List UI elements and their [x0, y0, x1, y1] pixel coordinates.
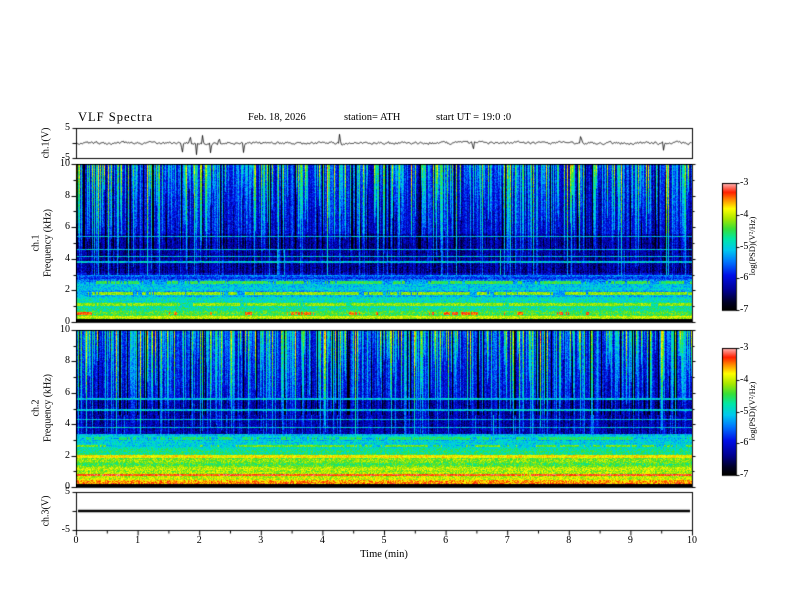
- ch1-spectrogram-yticks-4: 2: [65, 284, 70, 296]
- time-axis-label: Time (min): [360, 549, 408, 560]
- ch2-spectrogram-yticks-1: 8: [65, 355, 70, 367]
- time-axis-ticks: 0 1 2 3 4 5 6 7 8 9 10: [73, 535, 698, 548]
- axes-frame-canvas: [0, 0, 792, 612]
- colorbar2-ticks-1: -4: [740, 373, 749, 385]
- colorbar1-ticks-3: -6: [740, 272, 749, 284]
- vlf-spectra-plot-page: VLF Spectra Feb. 18, 2026 station= ATH s…: [0, 0, 792, 612]
- time-axis-ticks-1: 1: [135, 535, 141, 546]
- ch1-voltage-yticks-0: 5: [65, 122, 70, 133]
- colorbar2-ticks-2: -5: [740, 405, 749, 417]
- ch1-spectrogram-yticks-0: 10: [60, 158, 70, 169]
- ch2-spectrogram-yticks-2: 6: [65, 386, 70, 398]
- time-axis-ticks-7: 7: [504, 535, 510, 546]
- colorbar1-ticks: -3 -4 -5 -6 -7: [740, 178, 760, 315]
- ch1-spectrogram-yticks: 10 8 6 4 2 0: [50, 159, 70, 327]
- time-axis-ticks-4: 4: [319, 535, 325, 546]
- ch3-voltage-yticks-0: 5: [65, 486, 70, 497]
- colorbar1-ticks-4: -7: [740, 304, 749, 315]
- time-axis-ticks-9: 9: [627, 535, 633, 546]
- ch1-spectrogram-yticks-1: 8: [65, 189, 70, 201]
- colorbar2-ticks-3: -6: [740, 437, 749, 449]
- ch2-spectrogram-ylabel-line1: ch.2: [30, 399, 42, 417]
- ch1-spectrogram-yticks-2: 6: [65, 221, 70, 233]
- colorbar2-ticks-4: -7: [740, 469, 749, 480]
- ch2-spectrogram-yticks: 10 8 6 4 2 0: [50, 325, 70, 492]
- time-axis-ticks-2: 2: [196, 535, 202, 546]
- time-axis-ticks-3: 3: [258, 535, 264, 546]
- time-axis-ticks-6: 6: [443, 535, 449, 546]
- time-axis-ticks-8: 8: [566, 535, 572, 546]
- time-axis-ticks-5: 5: [381, 535, 387, 546]
- ch1-spectrogram-yticks-3: 4: [65, 252, 70, 264]
- colorbar2-ticks-0: -3: [740, 342, 749, 353]
- ch2-spectrogram-yticks-3: 4: [65, 418, 70, 430]
- ch2-spectrogram-yticks-4: 2: [65, 449, 70, 461]
- ch1-spectrogram-ylabel-line1: ch.1: [30, 234, 42, 252]
- colorbar2-ticks: -3 -4 -5 -6 -7: [740, 343, 760, 480]
- colorbar1-ticks-0: -3: [740, 177, 749, 188]
- time-axis-ticks-10: 10: [687, 535, 697, 546]
- ch1-voltage-yticks: 5 -5: [50, 123, 70, 163]
- colorbar1-ticks-2: -5: [740, 240, 749, 252]
- time-axis-ticks-0: 0: [73, 535, 79, 546]
- colorbar1-ticks-1: -4: [740, 208, 749, 220]
- ch2-spectrogram-yticks-0: 10: [60, 324, 70, 335]
- ch3-voltage-yticks-1: -5: [61, 524, 70, 535]
- ch3-voltage-yticks: 5 -5: [50, 487, 70, 535]
